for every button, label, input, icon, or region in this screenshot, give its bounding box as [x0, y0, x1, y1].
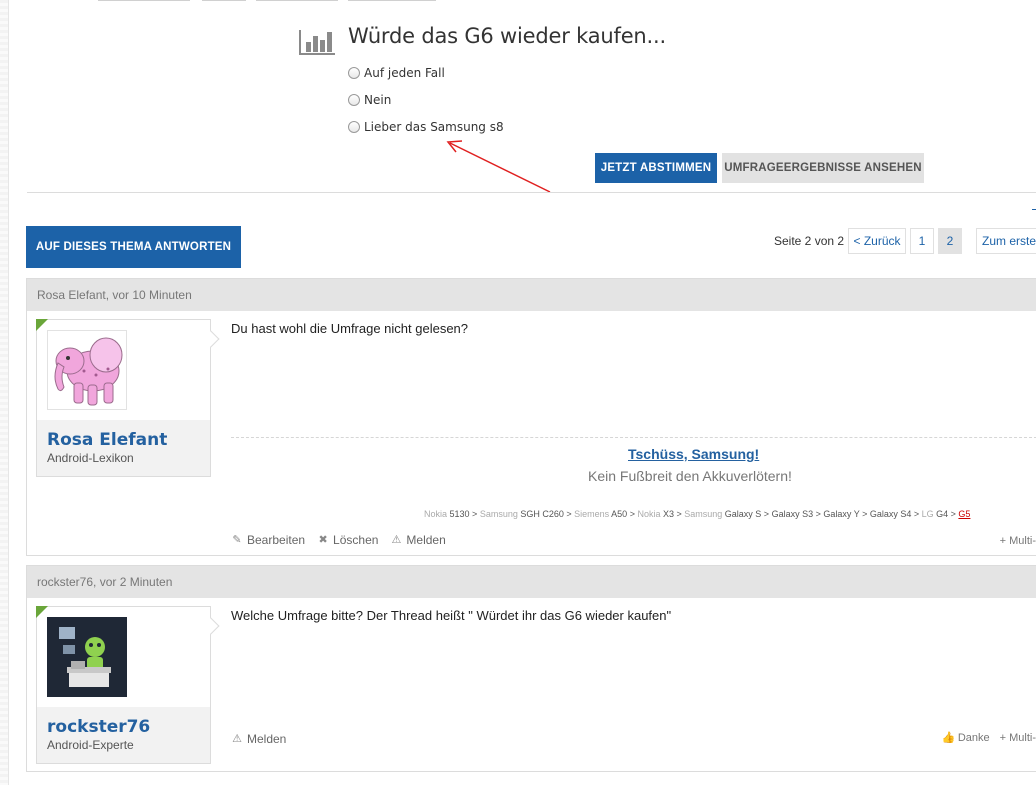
delete-button[interactable]: ✖ Löschen [317, 533, 378, 547]
device-brand: Nokia [424, 509, 450, 519]
user-name-link[interactable]: rockster76 [47, 717, 200, 737]
post-header: Rosa Elefant, vor 10 Minuten [27, 279, 1036, 311]
multi-quote-button[interactable]: + Multi- [1000, 732, 1036, 744]
device-brand: Nokia [637, 509, 663, 519]
pencil-icon: ✎ [232, 534, 242, 546]
device-model: Galaxy S [724, 509, 762, 519]
user-name-link[interactable]: Rosa Elefant [47, 430, 200, 450]
post-2: rockster76, vor 2 Minuten rockster76 And… [26, 565, 1036, 772]
device-model: G4 [936, 509, 949, 519]
multi-quote-button[interactable]: + Multi- [1000, 535, 1036, 547]
annotation-arrow [446, 140, 551, 193]
action-label: Melden [406, 533, 446, 547]
divider [27, 192, 1036, 193]
device-brand: Samsung [479, 509, 521, 519]
left-edge-stripe [0, 0, 9, 785]
device-model: Galaxy Y [823, 509, 860, 519]
device-brand: Samsung [684, 509, 725, 519]
view-results-button[interactable]: UMFRAGEERGEBNISSE ANSEHEN [722, 153, 924, 183]
device-model: Galaxy S3 [771, 509, 814, 519]
poll-option-label: Nein [364, 93, 392, 107]
action-label: Bearbeiten [247, 533, 306, 547]
rank-triangle [36, 606, 48, 618]
post-actions: ⚠ Melden [231, 732, 298, 746]
post-header: rockster76, vor 2 Minuten [27, 566, 1036, 598]
pink-elephant-image [48, 331, 126, 409]
prev-page-button[interactable]: < Zurück [848, 228, 906, 254]
page-2-button[interactable]: 2 [938, 228, 962, 254]
signature-device-history: Nokia 5130 > Samsung SGH C260 > Siemens … [424, 509, 971, 519]
report-button[interactable]: ⚠ Melden [231, 732, 286, 746]
edit-button[interactable]: ✎ Bearbeiten [231, 533, 305, 547]
device-model: Galaxy S4 [869, 509, 912, 519]
action-label: Danke [957, 732, 990, 744]
post-right-actions: + Multi- [1000, 535, 1036, 547]
avatar[interactable] [47, 617, 127, 697]
user-card: Rosa Elefant Android-Lexikon [36, 319, 220, 477]
radio-button[interactable] [348, 121, 360, 133]
poll-option-3[interactable]: Lieber das Samsung s8 [348, 120, 504, 134]
user-rank: Android-Lexikon [47, 451, 134, 465]
bar-chart-icon [299, 30, 335, 55]
device-brand: Siemens [574, 509, 612, 519]
poll-title: Würde das G6 wieder kaufen... [348, 24, 666, 48]
report-button[interactable]: ⚠ Melden [390, 533, 445, 547]
device-model: X3 [662, 509, 674, 519]
user-card: rockster76 Android-Experte [36, 606, 220, 764]
device-model: G5 [958, 509, 971, 519]
device-model: 5130 [449, 509, 470, 519]
radio-button[interactable] [348, 94, 360, 106]
warning-icon: ⚠ [232, 733, 242, 745]
poll-option-label: Lieber das Samsung s8 [364, 120, 504, 134]
user-rank: Android-Experte [47, 738, 134, 752]
reply-to-thread-button[interactable]: AUF DIESES THEMA ANTWORTEN [26, 226, 241, 268]
poll-option-label: Auf jeden Fall [364, 66, 445, 80]
warning-icon: ⚠ [391, 534, 402, 546]
signature-divider [231, 437, 1036, 438]
post-body: Welche Umfrage bitte? Der Thread heißt "… [231, 608, 672, 623]
card-pointer [202, 617, 220, 635]
card-pointer [202, 330, 220, 348]
first-page-button[interactable]: Zum erste [976, 228, 1036, 254]
poll-option-2[interactable]: Nein [348, 93, 391, 107]
poll-option-1[interactable]: Auf jeden Fall [348, 66, 445, 80]
post-actions: ✎ Bearbeiten ✖ Löschen ⚠ Melden [231, 533, 458, 547]
page-1-button[interactable]: 1 [910, 228, 934, 254]
radio-button[interactable] [348, 67, 360, 79]
edge-mark [1032, 209, 1036, 210]
post-1: Rosa Elefant, vor 10 Minuten Rosa Elefan… [26, 278, 1036, 556]
thanks-button[interactable]: 👍 Danke [942, 732, 990, 744]
avatar[interactable] [47, 330, 127, 410]
device-model: A50 [611, 509, 628, 519]
page-indicator: Seite 2 von 2 [774, 234, 845, 248]
signature-text: Kein Fußbreit den Akkuverlötern! [588, 468, 792, 484]
action-label: Melden [247, 732, 287, 746]
signature-link[interactable]: Tschüss, Samsung! [628, 446, 759, 462]
rank-triangle [36, 319, 48, 331]
thumbs-up-icon: 👍 [941, 732, 956, 744]
action-label: Löschen [333, 533, 379, 547]
device-model: SGH C260 [520, 509, 564, 519]
post-body: Du hast wohl die Umfrage nicht gelesen? [231, 321, 469, 336]
x-icon: ✖ [318, 534, 328, 546]
device-brand: LG [921, 509, 937, 519]
vote-button[interactable]: JETZT ABSTIMMEN [595, 153, 717, 183]
post-right-actions: 👍 Danke + Multi- [942, 732, 1036, 744]
android-avatar-image [47, 617, 127, 697]
